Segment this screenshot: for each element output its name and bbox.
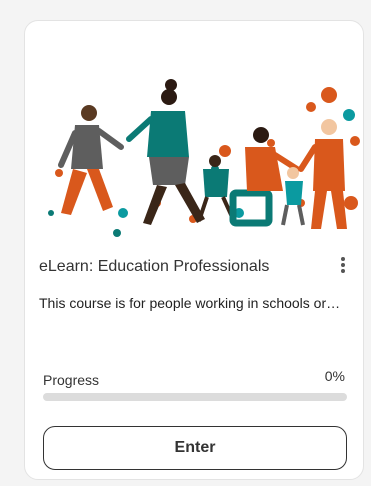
progress-bar bbox=[43, 393, 347, 401]
course-description: This course is for people working in sch… bbox=[39, 295, 341, 311]
menu-dot bbox=[341, 269, 345, 273]
course-title: eLearn: Education Professionals bbox=[39, 258, 270, 275]
enter-button[interactable]: Enter bbox=[43, 426, 347, 470]
course-card[interactable]: eLearn: Education Professionals This cou… bbox=[24, 20, 364, 480]
menu-dot bbox=[341, 257, 345, 261]
menu-dot bbox=[341, 263, 345, 267]
progress-percentage: 0% bbox=[324, 368, 345, 384]
course-illustration bbox=[48, 79, 360, 237]
more-vertical-icon[interactable] bbox=[337, 255, 349, 277]
progress-label: Progress bbox=[43, 372, 100, 388]
